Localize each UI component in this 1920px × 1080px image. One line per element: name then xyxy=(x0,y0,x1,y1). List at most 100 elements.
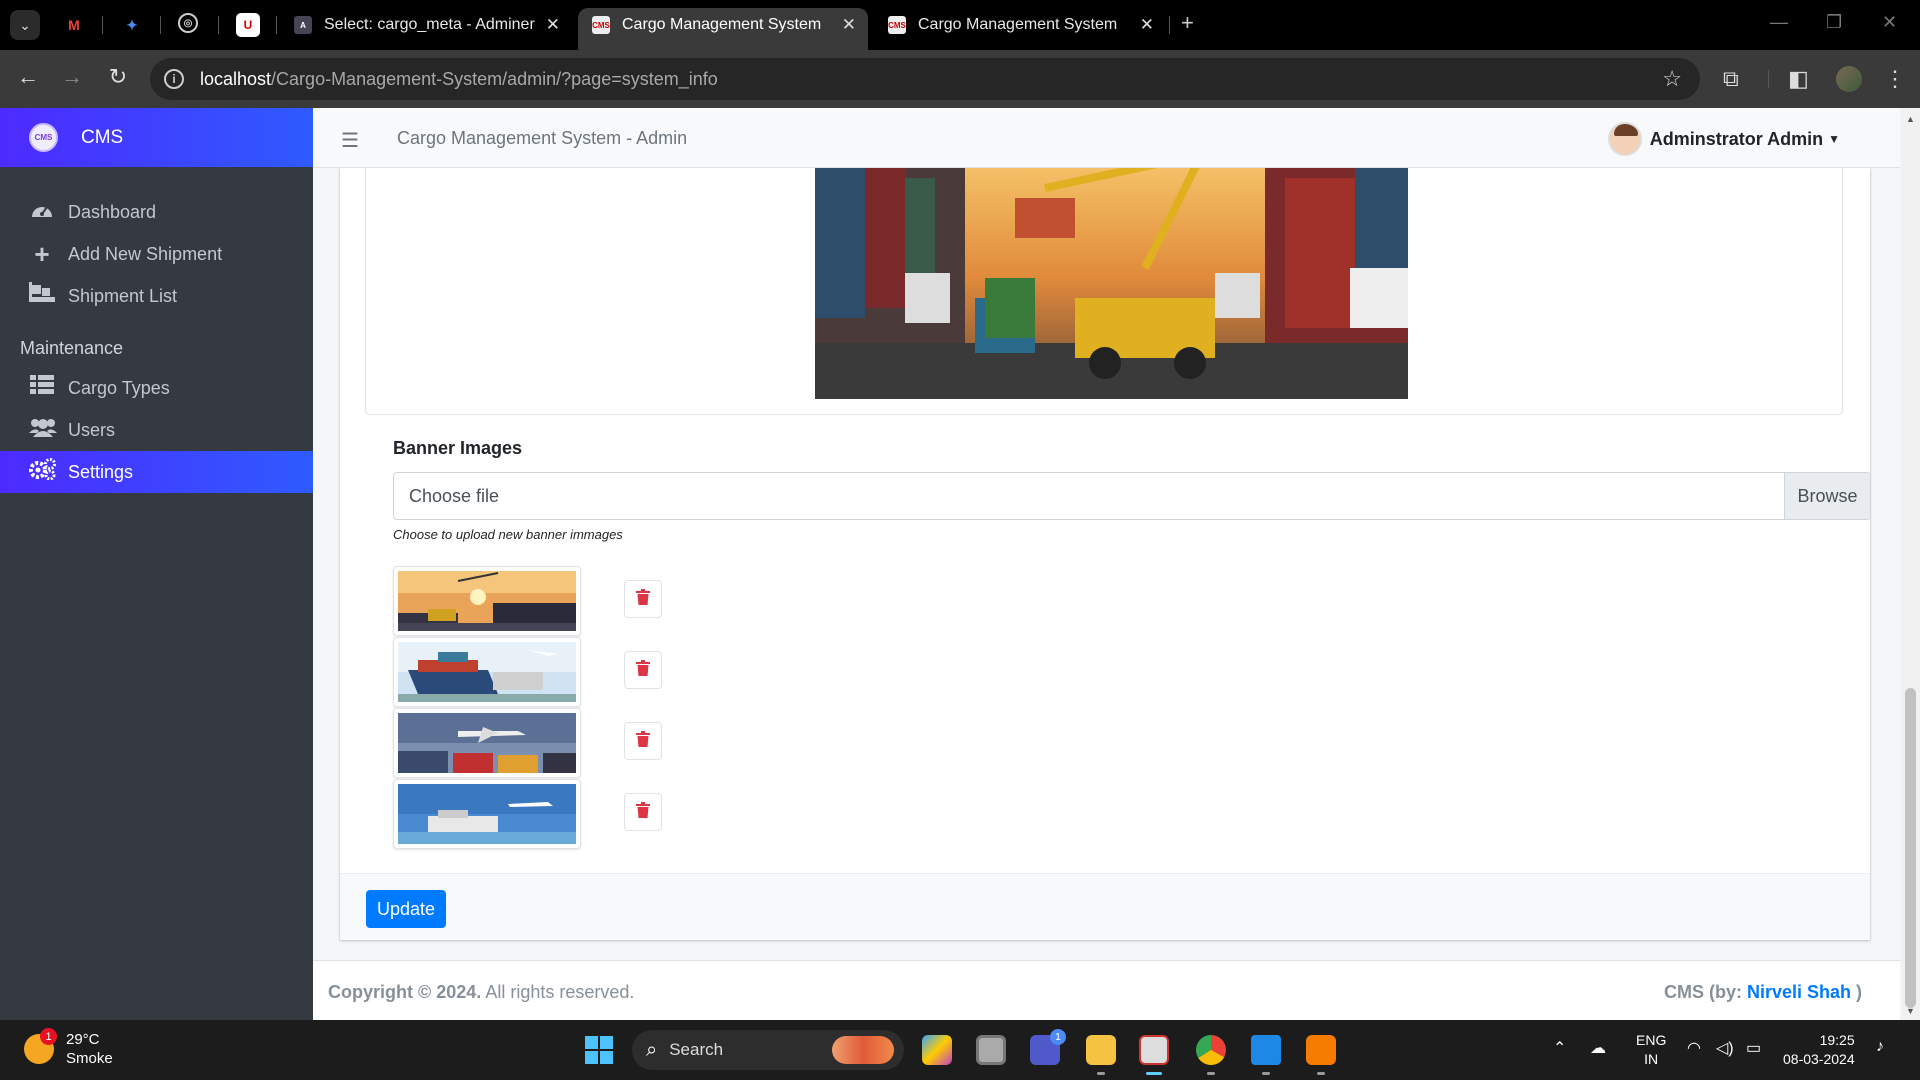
trash-icon xyxy=(636,801,650,823)
menu-kebab-icon[interactable]: ⋮ xyxy=(1884,66,1906,92)
sidebar-item-dashboard[interactable]: Dashboard xyxy=(0,191,313,233)
close-tab-icon[interactable]: ✕ xyxy=(842,15,856,35)
banner-file-input[interactable]: Choose file Browse xyxy=(393,472,1871,520)
scroll-up-icon[interactable]: ▲ xyxy=(1906,114,1915,124)
temperature: 29°C xyxy=(66,1031,100,1048)
tab-separator xyxy=(102,16,103,34)
teams-icon[interactable]: 1 xyxy=(1030,1029,1066,1065)
chatgpt-pinned-tab[interactable]: ◎ xyxy=(178,13,198,33)
address-bar[interactable]: i localhost/Cargo-Management-System/admi… xyxy=(150,58,1700,100)
back-icon[interactable]: ← xyxy=(13,64,43,90)
extensions-icon[interactable]: ⧉ xyxy=(1723,66,1739,92)
banner-thumbnail xyxy=(393,779,581,849)
running-indicator xyxy=(1317,1072,1325,1075)
vscode-icon[interactable] xyxy=(1251,1035,1281,1065)
sidebar-item-cargo-types[interactable]: Cargo Types xyxy=(0,367,313,409)
tab-adminer[interactable]: A Select: cargo_meta - Adminer ✕ xyxy=(280,8,572,42)
site-info-icon[interactable]: i xyxy=(164,69,184,89)
delete-banner-button[interactable] xyxy=(624,722,662,760)
volume-icon[interactable]: ◁) xyxy=(1716,1038,1734,1058)
wifi-icon[interactable]: ◠ xyxy=(1687,1038,1701,1058)
running-indicator xyxy=(1262,1072,1270,1075)
user-name: Adminstrator Admin xyxy=(1649,128,1824,149)
banner-thumbnail xyxy=(393,708,581,778)
trash-icon xyxy=(636,730,650,752)
browser-profile-avatar[interactable] xyxy=(1836,66,1862,92)
sidebar-nav: Dashboard + Add New Shipment Shipment Li… xyxy=(0,167,313,493)
brand-link[interactable]: CMS CMS xyxy=(0,108,313,167)
close-tab-icon[interactable]: ✕ xyxy=(1140,15,1154,35)
system-clock[interactable]: 19:25 08-03-2024 xyxy=(1783,1031,1855,1069)
sidebar: CMS CMS Dashboard + Add New Shipment Shi… xyxy=(0,108,313,1020)
banner-item xyxy=(393,708,662,778)
delete-banner-button[interactable] xyxy=(624,651,662,689)
content-wrapper: Banner Images Choose file Browse Choose … xyxy=(313,168,1900,1020)
bookmark-star-icon[interactable]: ☆ xyxy=(1662,66,1682,92)
taskbar-search[interactable]: ⌕ Search xyxy=(632,1030,904,1070)
sparkle-icon: ✦ xyxy=(126,16,138,33)
trash-icon xyxy=(636,659,650,681)
windows-taskbar: 1 29°C Smoke ⌕ Search 1 ⌃ ☁ ENG IN ◠ ◁) ▭ … xyxy=(0,1020,1920,1080)
scroll-down-icon[interactable]: ▼ xyxy=(1906,1006,1915,1016)
pinned-tab-4[interactable]: U xyxy=(236,13,260,37)
snipping-tool-icon[interactable] xyxy=(1139,1035,1169,1065)
cms-logo-icon: CMS xyxy=(29,123,58,152)
input-language[interactable]: ENG IN xyxy=(1636,1031,1666,1069)
adminer-favicon-icon: A xyxy=(294,16,312,34)
reload-icon[interactable]: ↻ xyxy=(103,64,133,90)
sidebar-item-label: Users xyxy=(68,419,116,440)
sidebar-item-label: Add New Shipment xyxy=(68,243,223,264)
url-text: localhost/Cargo-Management-System/admin/… xyxy=(200,68,718,89)
new-tab-icon[interactable]: + xyxy=(1181,10,1194,36)
sidebar-item-add-shipment[interactable]: + Add New Shipment xyxy=(0,233,313,275)
tab-cargo-2[interactable]: CMS Cargo Management System ✕ xyxy=(874,8,1166,42)
banner-thumbnail xyxy=(393,637,581,707)
close-tab-icon[interactable]: ✕ xyxy=(546,15,560,35)
copilot-icon[interactable] xyxy=(922,1035,952,1065)
sidebar-item-users[interactable]: Users xyxy=(0,409,313,451)
delete-banner-button[interactable] xyxy=(624,580,662,618)
delete-banner-button[interactable] xyxy=(624,793,662,831)
onedrive-cloud-icon[interactable]: ☁ xyxy=(1590,1038,1606,1058)
brand-text: CMS xyxy=(81,126,124,148)
tab-cargo-active[interactable]: CMS Cargo Management System ✕ xyxy=(578,8,868,50)
weather-widget[interactable]: 1 29°C Smoke xyxy=(24,1028,113,1068)
sidebar-item-label: Shipment List xyxy=(68,285,178,306)
gemini-pinned-tab[interactable]: ✦ xyxy=(120,13,144,37)
banner-help-text: Choose to upload new banner immages xyxy=(393,527,623,542)
forward-icon[interactable]: → xyxy=(57,64,87,90)
sidebar-item-shipment-list[interactable]: Shipment List xyxy=(0,275,313,317)
sidebar-item-settings[interactable]: Settings xyxy=(0,451,313,493)
minimize-icon[interactable]: — xyxy=(1770,12,1788,33)
weather-sun-icon: 1 xyxy=(24,1028,57,1064)
restore-icon[interactable]: ❐ xyxy=(1826,12,1842,33)
battery-icon[interactable]: ▭ xyxy=(1746,1038,1761,1058)
side-panel-icon[interactable]: ◧ xyxy=(1788,66,1809,92)
gmail-pinned-tab[interactable]: M xyxy=(62,13,86,37)
tab-title: Cargo Management System xyxy=(918,16,1118,33)
update-button[interactable]: Update xyxy=(366,890,447,928)
banner-item xyxy=(393,779,662,849)
browse-button[interactable]: Browse xyxy=(1784,473,1870,519)
running-indicator xyxy=(1207,1072,1215,1075)
scrollbar-thumb[interactable] xyxy=(1905,688,1916,1008)
author-link[interactable]: Nirveli Shah xyxy=(1747,982,1851,1002)
page-scrollbar[interactable]: ▲ ▼ xyxy=(1901,108,1920,1020)
card-footer: Update xyxy=(340,873,1870,940)
task-view-icon[interactable] xyxy=(976,1035,1006,1065)
cogs-icon xyxy=(29,458,56,486)
file-explorer-icon[interactable] xyxy=(1086,1035,1116,1065)
search-label: Search xyxy=(669,1040,724,1059)
xampp-icon[interactable] xyxy=(1306,1035,1336,1065)
show-hidden-icons-icon[interactable]: ⌃ xyxy=(1553,1038,1566,1058)
close-window-icon[interactable]: ✕ xyxy=(1882,12,1897,33)
tab-search-button[interactable]: ⌄ xyxy=(10,10,40,40)
hamburger-menu-icon[interactable]: ☰ xyxy=(341,128,359,153)
cover-image xyxy=(815,168,1408,399)
user-menu-dropdown[interactable]: Adminstrator Admin ▼ xyxy=(1607,122,1840,156)
notification-bell-icon[interactable]: ♪ xyxy=(1876,1038,1884,1056)
tab-separator xyxy=(160,16,161,34)
windows-start-icon[interactable] xyxy=(584,1035,614,1065)
chrome-icon[interactable] xyxy=(1196,1035,1226,1065)
main-footer: Copyright © 2024. All rights reserved. C… xyxy=(313,960,1900,1020)
